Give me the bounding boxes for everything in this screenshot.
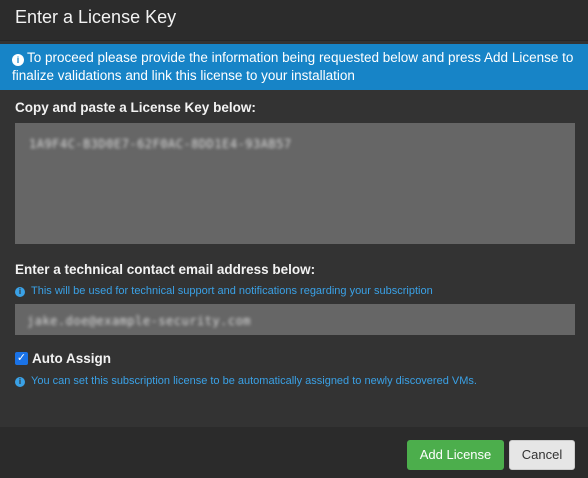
license-key-label: Copy and paste a License Key below: <box>15 100 256 115</box>
license-dialog: Enter a License Key i To proceed please p… <box>0 0 588 478</box>
auto-assign-hint-text: You can set this subscription license to… <box>31 375 477 387</box>
info-icon: i <box>12 54 24 66</box>
info-icon: i <box>15 287 25 297</box>
auto-assign-hint: i You can set this subscription license t… <box>15 375 477 387</box>
dialog-title: Enter a License Key <box>15 7 177 27</box>
checkmark-icon: ✓ <box>16 352 27 364</box>
dialog-title-bar: Enter a License Key <box>0 0 588 41</box>
add-license-button[interactable]: Add License <box>407 440 504 470</box>
email-label: Enter a technical contact email address … <box>15 262 316 277</box>
license-key-textarea[interactable]: 1A9F4C-B3D0E7-62F0AC-8DD1E4-93AB57 <box>15 123 575 244</box>
email-field[interactable]: jake.doe@example-security.com <box>15 304 575 335</box>
info-banner: i To proceed please provide the informati… <box>0 44 588 90</box>
cancel-button[interactable]: Cancel <box>509 440 575 470</box>
email-hint-text: This will be used for technical support … <box>31 285 433 297</box>
auto-assign-checkbox[interactable]: ✓ <box>15 352 28 365</box>
email-value: jake.doe@example-security.com <box>27 314 252 328</box>
license-key-value: 1A9F4C-B3D0E7-62F0AC-8DD1E4-93AB57 <box>29 137 292 151</box>
auto-assign-label[interactable]: Auto Assign <box>32 351 111 366</box>
dialog-footer: Add License Cancel <box>0 427 588 478</box>
info-icon: i <box>15 377 25 387</box>
info-banner-text: To proceed please provide the informatio… <box>12 50 574 83</box>
email-hint: i This will be used for technical support… <box>15 285 433 297</box>
